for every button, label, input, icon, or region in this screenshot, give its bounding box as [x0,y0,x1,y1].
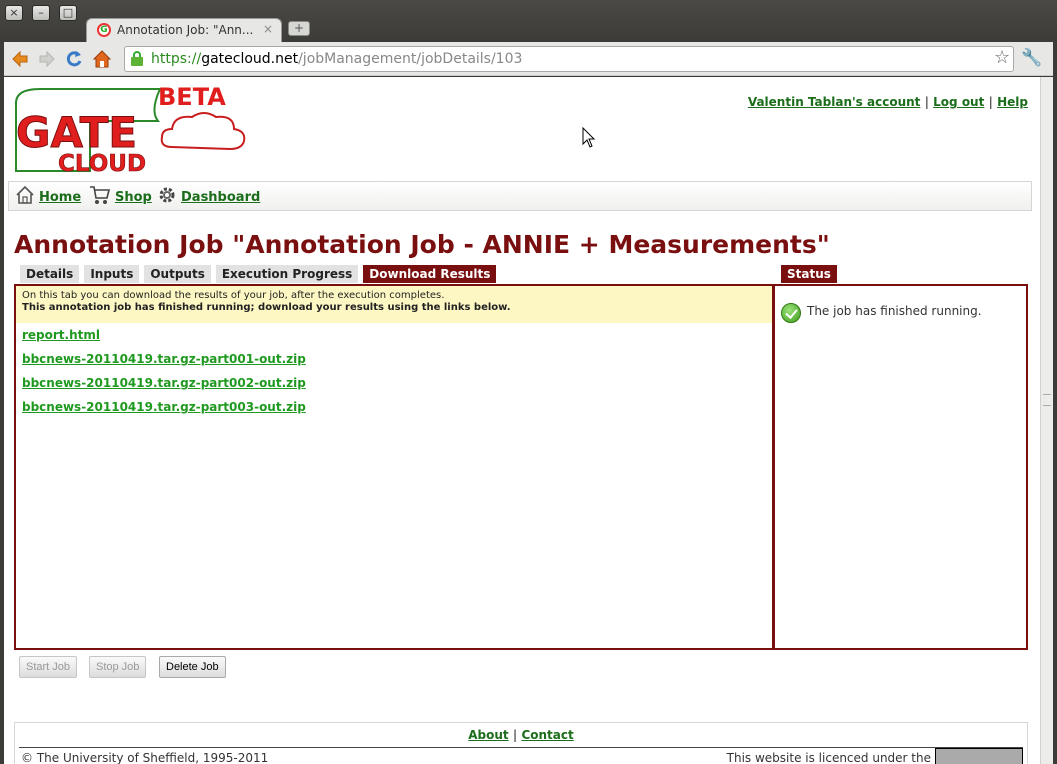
home-icon[interactable] [92,49,112,69]
file-link-report[interactable]: report.html [22,328,100,342]
address-bar[interactable]: https://gatecloud.net/jobManagement/jobD… [124,46,1014,72]
tab-details[interactable]: Details [20,265,80,283]
back-icon[interactable] [10,49,30,69]
gate-favicon-icon: G [97,23,111,37]
tab-download-results[interactable]: Download Results [363,265,497,283]
page-title: Annotation Job "Annotation Job - ANNIE +… [14,230,830,259]
vertical-scrollbar[interactable] [1040,77,1053,764]
maximize-window-icon[interactable]: □ [59,5,77,21]
forward-icon[interactable] [37,49,57,69]
creative-commons-badge-icon[interactable] [935,748,1023,764]
tab-inputs[interactable]: Inputs [84,265,140,283]
delete-job-button[interactable]: Delete Job [159,656,226,678]
notice-line-2: This annotation job has finished running… [22,302,511,313]
nav-dashboard[interactable]: Dashboard [157,186,260,208]
gear-icon [157,185,177,209]
house-icon [15,185,35,209]
contact-link[interactable]: Contact [521,728,573,742]
close-window-icon[interactable]: × [5,5,23,21]
tab-execution-progress[interactable]: Execution Progress [215,265,359,283]
nav-shop-link[interactable]: Shop [115,190,152,205]
close-tab-icon[interactable]: × [263,22,273,36]
lock-icon [131,51,143,67]
about-link[interactable]: About [468,728,508,742]
copyright-text: © The University of Sheffield, 1995-2011 [21,751,269,764]
job-tabs: Details Inputs Outputs Execution Progres… [20,265,501,283]
svg-text:GATE: GATE [16,108,137,157]
nav-shop[interactable]: Shop [89,186,152,208]
nav-home[interactable]: Home [15,185,81,209]
file-link-part001[interactable]: bbcnews-20110419.tar.gz-part001-out.zip [22,352,306,366]
mouse-cursor-icon [582,126,596,153]
start-job-button[interactable]: Start Job [19,656,78,678]
tab-status[interactable]: Status [781,265,837,283]
window-titlebar: × – □ G Annotation Job: "Ann... × + [0,0,1057,42]
browser-toolbar: https://gatecloud.net/jobManagement/jobD… [4,42,1053,76]
file-link-part003[interactable]: bbcnews-20110419.tar.gz-part003-out.zip [22,400,306,414]
window-border [1053,42,1057,764]
account-link[interactable]: Valentin Tablan's account [748,95,921,109]
check-icon [781,303,801,323]
page-footer: About | Contact © The University of Shef… [14,722,1028,764]
footer-links: About | Contact [468,728,574,742]
info-notice: On this tab you can download the results… [16,286,772,323]
licence-text: This website is licenced under the [726,751,931,764]
nav-home-link[interactable]: Home [39,190,81,205]
page-viewport: BETA GATE CLOUD Valentin Tablan's accoun… [4,77,1040,764]
file-link-part002[interactable]: bbcnews-20110419.tar.gz-part002-out.zip [22,376,306,390]
help-link[interactable]: Help [997,95,1028,109]
stop-job-button[interactable]: Stop Job [89,656,147,678]
site-navbar: Home Shop Dashboard [8,181,1032,211]
cart-icon [89,184,111,210]
star-icon[interactable]: ☆ [994,47,1010,68]
wrench-icon[interactable]: 🔧 [1021,48,1042,68]
download-results-panel: On this tab you can download the results… [14,284,775,650]
gatecloud-logo[interactable]: BETA GATE CLOUD [10,81,250,177]
browser-tab-title: Annotation Job: "Ann... [117,23,254,37]
address-url: https://gatecloud.net/jobManagement/jobD… [151,51,523,67]
footer-divider [19,747,1023,748]
account-links: Valentin Tablan's account | Log out | He… [747,95,1028,109]
svg-text:CLOUD: CLOUD [58,151,146,173]
reload-icon[interactable] [64,49,84,69]
browser-tab[interactable]: G Annotation Job: "Ann... × [86,18,282,42]
tab-outputs[interactable]: Outputs [144,265,211,283]
minimize-window-icon[interactable]: – [32,5,50,21]
status-message: The job has finished running. [807,304,982,318]
notice-line-1: On this tab you can download the results… [22,290,445,301]
nav-dashboard-link[interactable]: Dashboard [181,190,260,205]
status-panel: The job has finished running. [775,284,1028,650]
svg-text:BETA: BETA [158,83,226,111]
new-tab-button[interactable]: + [288,21,310,36]
logout-link[interactable]: Log out [933,95,984,109]
